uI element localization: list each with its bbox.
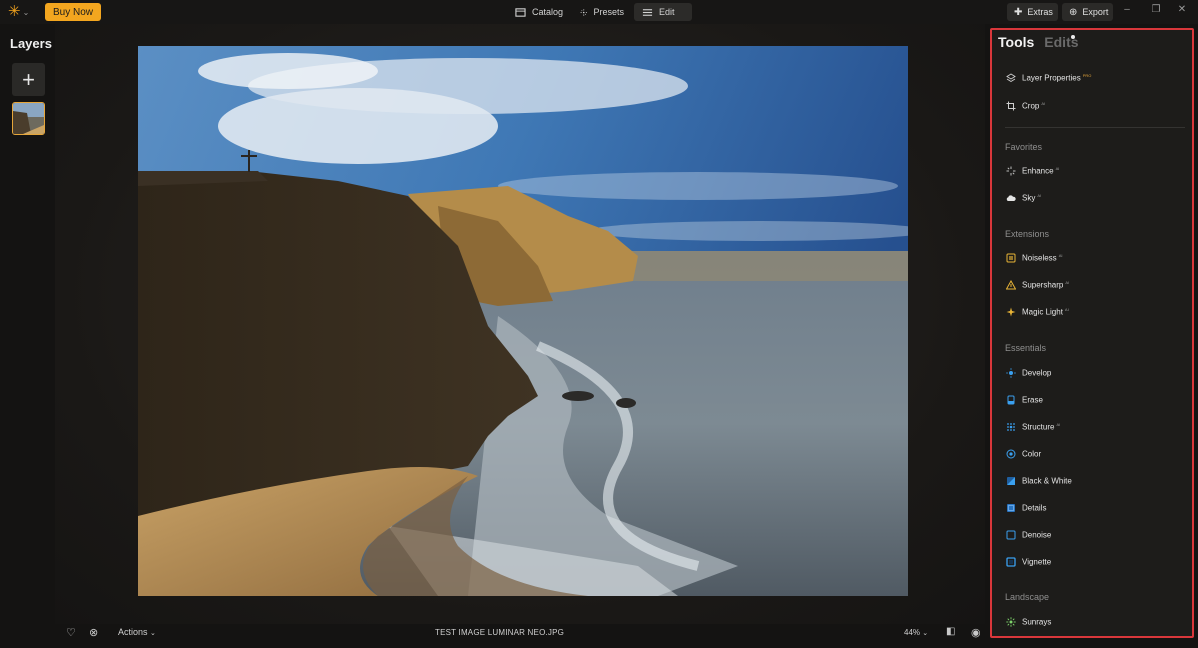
tool-label: Erase — [1022, 395, 1043, 405]
structure-icon — [1007, 423, 1015, 431]
tab-tools[interactable]: Tools — [998, 34, 1034, 50]
divider — [1005, 127, 1185, 128]
layer-thumbnail[interactable] — [12, 102, 45, 135]
edits-indicator-dot — [1071, 35, 1075, 39]
tool-label: Magic Light AI — [1022, 307, 1069, 317]
minimize-icon[interactable]: – — [1119, 4, 1135, 15]
puzzle-icon: ✚ — [1014, 6, 1023, 18]
tool-crop[interactable]: Crop AI — [1006, 99, 1045, 113]
tool-sky[interactable]: Sky AI — [1006, 191, 1041, 205]
tool-label: Denoise — [1022, 530, 1052, 540]
section-extensions: Extensions — [1005, 229, 1050, 239]
sparkle-icon — [1006, 166, 1016, 176]
export-label: Export — [1082, 7, 1109, 17]
tab-catalog[interactable]: Catalog — [507, 3, 571, 21]
tool-label: Sunrays — [1022, 617, 1052, 627]
tool-label: Layer Properties PRO — [1022, 73, 1092, 83]
tool-supersharp[interactable]: Supersharp AI — [1006, 278, 1069, 292]
magic-light-icon — [1006, 307, 1016, 317]
tab-edit-label: Edit — [659, 7, 675, 17]
tool-details[interactable]: Details — [1006, 501, 1048, 515]
zoom-menu[interactable]: 44% ⌄ — [904, 628, 928, 637]
tool-color[interactable]: Color — [1006, 447, 1043, 461]
tab-edit[interactable]: Edit — [634, 3, 692, 21]
tool-label: Black & White — [1022, 476, 1072, 486]
tool-label: Supersharp AI — [1022, 280, 1070, 290]
heart-icon[interactable]: ♡ — [66, 626, 76, 639]
tool-erase[interactable]: Erase — [1006, 393, 1045, 407]
tool-denoise[interactable]: Denoise — [1006, 528, 1053, 542]
tool-develop[interactable]: Develop — [1006, 366, 1053, 380]
chevron-down-icon: ⌄ — [22, 7, 30, 17]
tool-sunrays[interactable]: Sunrays — [1006, 615, 1053, 629]
plus-icon: + — [22, 66, 35, 92]
vignette-icon — [1006, 557, 1016, 567]
eye-icon[interactable]: ◉ — [971, 626, 981, 639]
panel-tabs: Tools Edits — [998, 34, 1079, 50]
actions-menu[interactable]: Actions ⌄ — [118, 627, 156, 637]
sunrays-icon — [1006, 617, 1016, 627]
cloud-icon — [1006, 195, 1016, 201]
layer-thumbnail-image — [13, 103, 44, 134]
tool-label: Develop — [1022, 368, 1052, 378]
sun-icon — [1006, 368, 1016, 378]
tool-label: Details — [1022, 503, 1047, 513]
tab-presets[interactable]: Presets — [572, 3, 632, 21]
compare-icon[interactable]: ◧ — [946, 626, 955, 637]
tool-vignette[interactable]: Vignette — [1006, 555, 1053, 569]
luminar-star-icon: ✳ — [8, 3, 21, 20]
crop-icon — [1006, 101, 1016, 111]
supersharp-icon — [1006, 280, 1016, 290]
tool-label: Vignette — [1022, 557, 1052, 567]
landscape-photo — [138, 46, 908, 596]
file-name: TEST IMAGE LUMINAR NEO.JPG — [435, 628, 565, 637]
tab-catalog-label: Catalog — [531, 7, 563, 17]
black-white-icon — [1007, 477, 1015, 485]
tool-label: Structure AI — [1022, 422, 1061, 432]
tool-noiseless[interactable]: Noiseless AI — [1006, 251, 1062, 265]
top-bar: ✳ ⌄ Buy Now Catalog Presets Edit ✚ Extra… — [0, 0, 1198, 24]
tools-panel: Tools Edits Layer Properties PRO Crop AI F… — [990, 28, 1194, 638]
export-button[interactable]: ⊕ Export — [1062, 3, 1113, 21]
tab-presets-label: Presets — [593, 7, 624, 17]
extras-button[interactable]: ✚ Extras — [1007, 3, 1058, 21]
layers-icon — [1006, 73, 1016, 83]
denoise-icon — [1006, 530, 1016, 540]
close-icon[interactable]: ✕ — [1174, 4, 1190, 15]
edit-icon — [642, 8, 653, 16]
tool-label: Crop AI — [1022, 101, 1046, 111]
extras-label: Extras — [1027, 7, 1053, 17]
tool-label: Enhance AI — [1022, 166, 1060, 176]
section-landscape: Landscape — [1005, 592, 1050, 602]
chevron-down-icon: ⌄ — [150, 630, 156, 637]
tool-label: Sky AI — [1022, 193, 1042, 203]
chevron-down-icon: ⌄ — [922, 630, 929, 637]
restore-icon[interactable]: ❐ — [1148, 4, 1164, 15]
section-essentials: Essentials — [1005, 343, 1047, 353]
buy-now-button[interactable]: Buy Now — [45, 3, 101, 21]
zoom-value: 44% — [904, 628, 921, 637]
tool-structure[interactable]: Structure AI — [1006, 420, 1060, 434]
color-icon — [1006, 449, 1016, 459]
tool-label: Noiseless AI — [1022, 253, 1063, 263]
photo-canvas[interactable] — [138, 46, 908, 596]
tool-enhance[interactable]: Enhance AI — [1006, 164, 1059, 178]
catalog-icon — [515, 7, 526, 17]
tool-label: Color — [1022, 449, 1042, 459]
eraser-icon — [1007, 395, 1015, 405]
actions-label: Actions — [118, 627, 148, 637]
add-layer-button[interactable]: + — [12, 63, 45, 96]
presets-icon — [580, 8, 587, 16]
layers-title: Layers — [10, 36, 52, 51]
section-favorites: Favorites — [1005, 142, 1043, 152]
tool-black-white[interactable]: Black & White — [1006, 474, 1074, 488]
export-icon: ⊕ — [1069, 6, 1078, 18]
tool-magic-light[interactable]: Magic Light AI — [1006, 305, 1069, 319]
bottom-bar: ♡ ⊗ Actions ⌄ TEST IMAGE LUMINAR NEO.JPG… — [55, 620, 985, 646]
details-icon — [1007, 504, 1015, 512]
reject-icon[interactable]: ⊗ — [89, 626, 98, 639]
noiseless-icon — [1006, 253, 1016, 263]
tool-layer-properties[interactable]: Layer Properties PRO — [1006, 71, 1091, 85]
app-menu[interactable]: ✳ ⌄ — [8, 3, 36, 21]
